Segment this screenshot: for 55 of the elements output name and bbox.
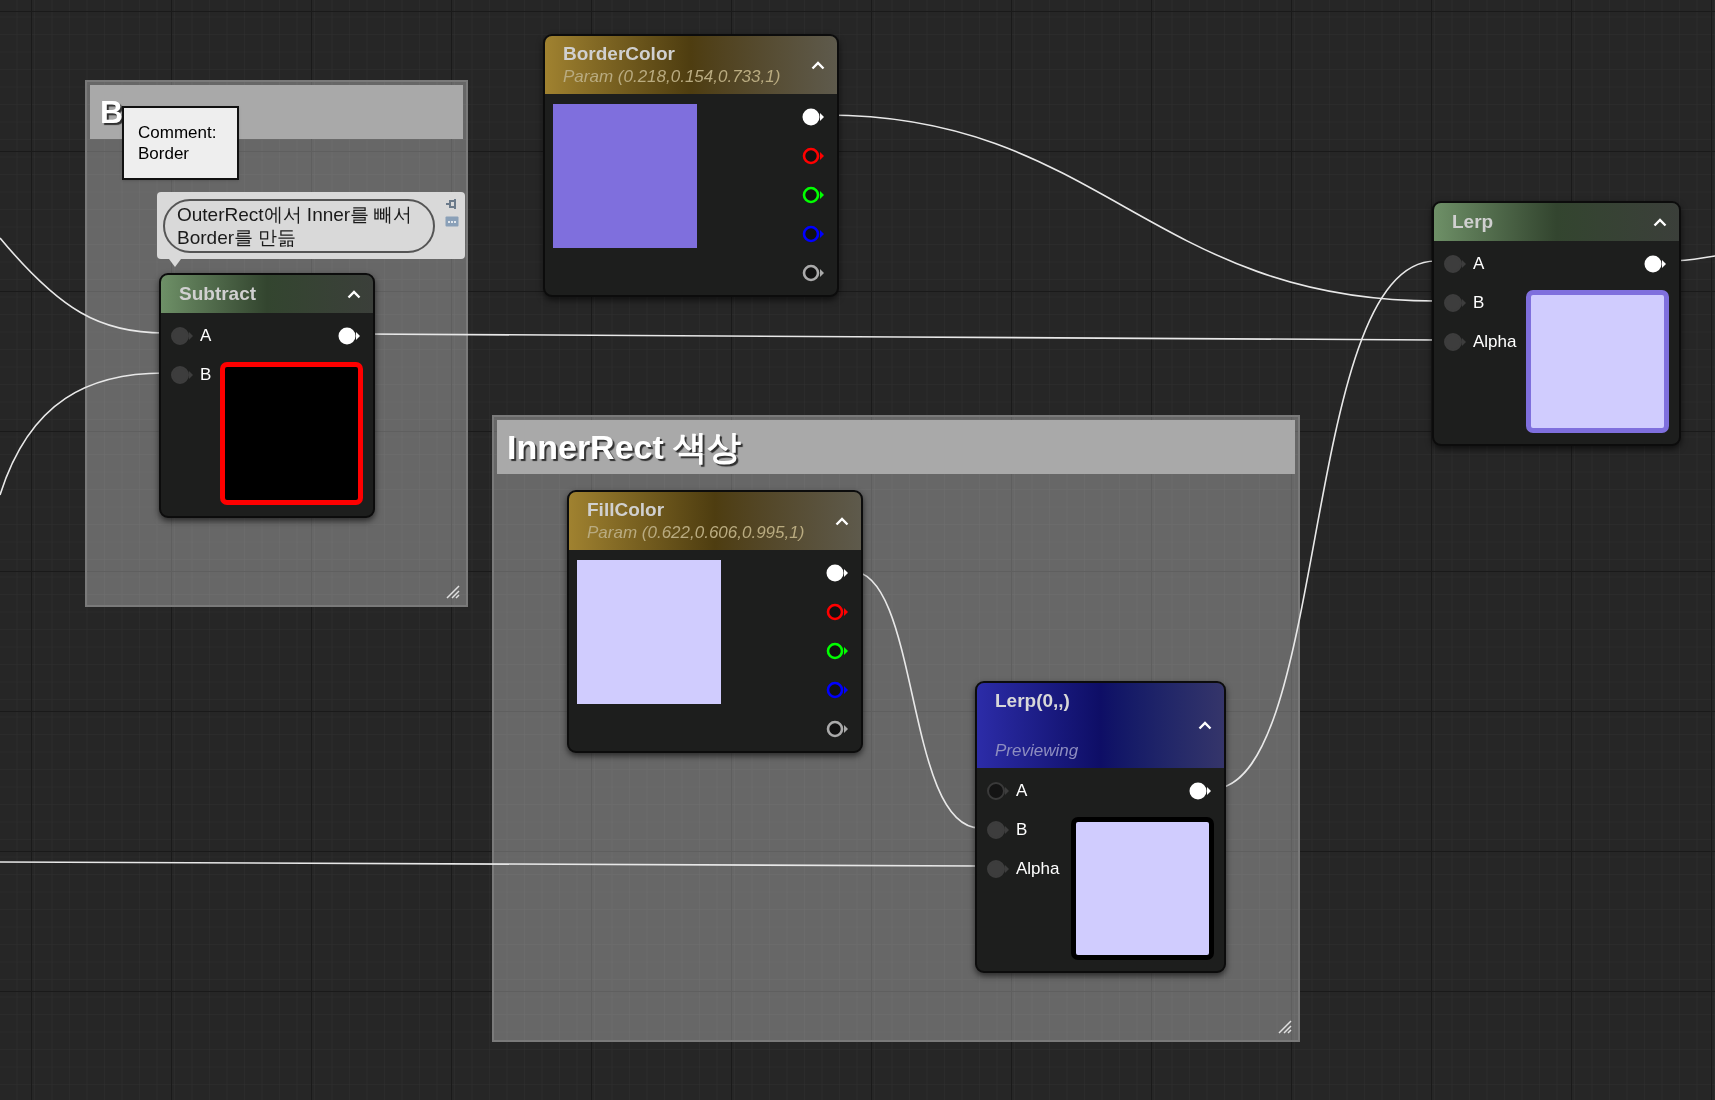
resize-grip-icon[interactable] xyxy=(444,583,460,599)
pin-label: B xyxy=(200,363,212,386)
input-pin[interactable] xyxy=(986,858,1010,879)
chevron-up-icon[interactable] xyxy=(1653,217,1667,227)
input-pin[interactable] xyxy=(170,364,194,385)
output-pin[interactable] xyxy=(825,718,849,739)
input-pin[interactable] xyxy=(1443,292,1467,313)
pin-label: Alpha xyxy=(1473,330,1517,353)
node-subtitle: Param (0.218,0.154,0.733,1) xyxy=(563,66,781,88)
chevron-up-icon[interactable] xyxy=(835,516,849,526)
resize-grip-icon[interactable] xyxy=(1276,1018,1292,1034)
chevron-up-icon[interactable] xyxy=(1198,721,1212,730)
chevron-up-icon[interactable] xyxy=(811,60,825,70)
comment-title[interactable]: InnerRect 색상 xyxy=(507,430,742,464)
input-pin[interactable] xyxy=(170,325,194,346)
node-header[interactable]: FillColor Param (0.622,0.606,0.995,1) xyxy=(569,492,861,550)
graph-node[interactable]: Subtract A B xyxy=(159,273,375,518)
chevron-up-icon[interactable] xyxy=(347,289,361,299)
node-header[interactable]: Lerp(0,,) Previewing xyxy=(977,683,1224,768)
output-pin[interactable] xyxy=(1188,780,1212,801)
output-pin[interactable] xyxy=(825,562,849,583)
node-subtitle: Previewing xyxy=(995,740,1079,762)
input-pin[interactable] xyxy=(1443,253,1467,274)
output-pin[interactable] xyxy=(337,325,361,346)
pin-label: B xyxy=(1016,818,1028,841)
input-pin[interactable] xyxy=(986,780,1010,801)
output-pin[interactable] xyxy=(801,106,825,127)
output-pin[interactable] xyxy=(825,640,849,661)
input-pin[interactable] xyxy=(986,819,1010,840)
node-title: BorderColor xyxy=(563,42,676,66)
graph-node[interactable]: FillColor Param (0.622,0.606,0.995,1) xyxy=(567,490,863,753)
tooltip: Comment: Border xyxy=(122,106,239,180)
pin-label: Alpha xyxy=(1016,857,1060,880)
input-pin[interactable] xyxy=(1443,331,1467,352)
pin-icon[interactable] xyxy=(445,198,459,210)
node-header[interactable]: Lerp xyxy=(1434,203,1679,241)
pin-label: A xyxy=(1473,252,1485,275)
graph-node[interactable]: Lerp(0,,) Previewing A B Alpha xyxy=(975,681,1226,973)
node-comment: OuterRect에서 Inner를 빼서 Border를 만듦 xyxy=(163,198,435,253)
node-title: Lerp(0,,) xyxy=(995,689,1071,713)
output-pin[interactable] xyxy=(1643,253,1667,274)
graph-node[interactable]: Lerp A B Alpha xyxy=(1432,201,1681,446)
node-header[interactable]: BorderColor Param (0.218,0.154,0.733,1) xyxy=(545,36,837,94)
pin-label: A xyxy=(1016,779,1028,802)
pin-label: B xyxy=(1473,291,1485,314)
output-pin[interactable] xyxy=(801,184,825,205)
comment-title[interactable]: B xyxy=(100,96,124,128)
output-pin[interactable] xyxy=(801,262,825,283)
node-title: FillColor xyxy=(587,498,666,522)
graph-node[interactable]: BorderColor Param (0.218,0.154,0.733,1) xyxy=(543,34,839,297)
node-subtitle: Param (0.622,0.606,0.995,1) xyxy=(587,522,805,544)
node-title: Lerp xyxy=(1452,210,1494,234)
node-title: Subtract xyxy=(179,282,257,306)
node-header[interactable]: Subtract xyxy=(161,275,373,313)
pin-label: A xyxy=(200,324,212,347)
